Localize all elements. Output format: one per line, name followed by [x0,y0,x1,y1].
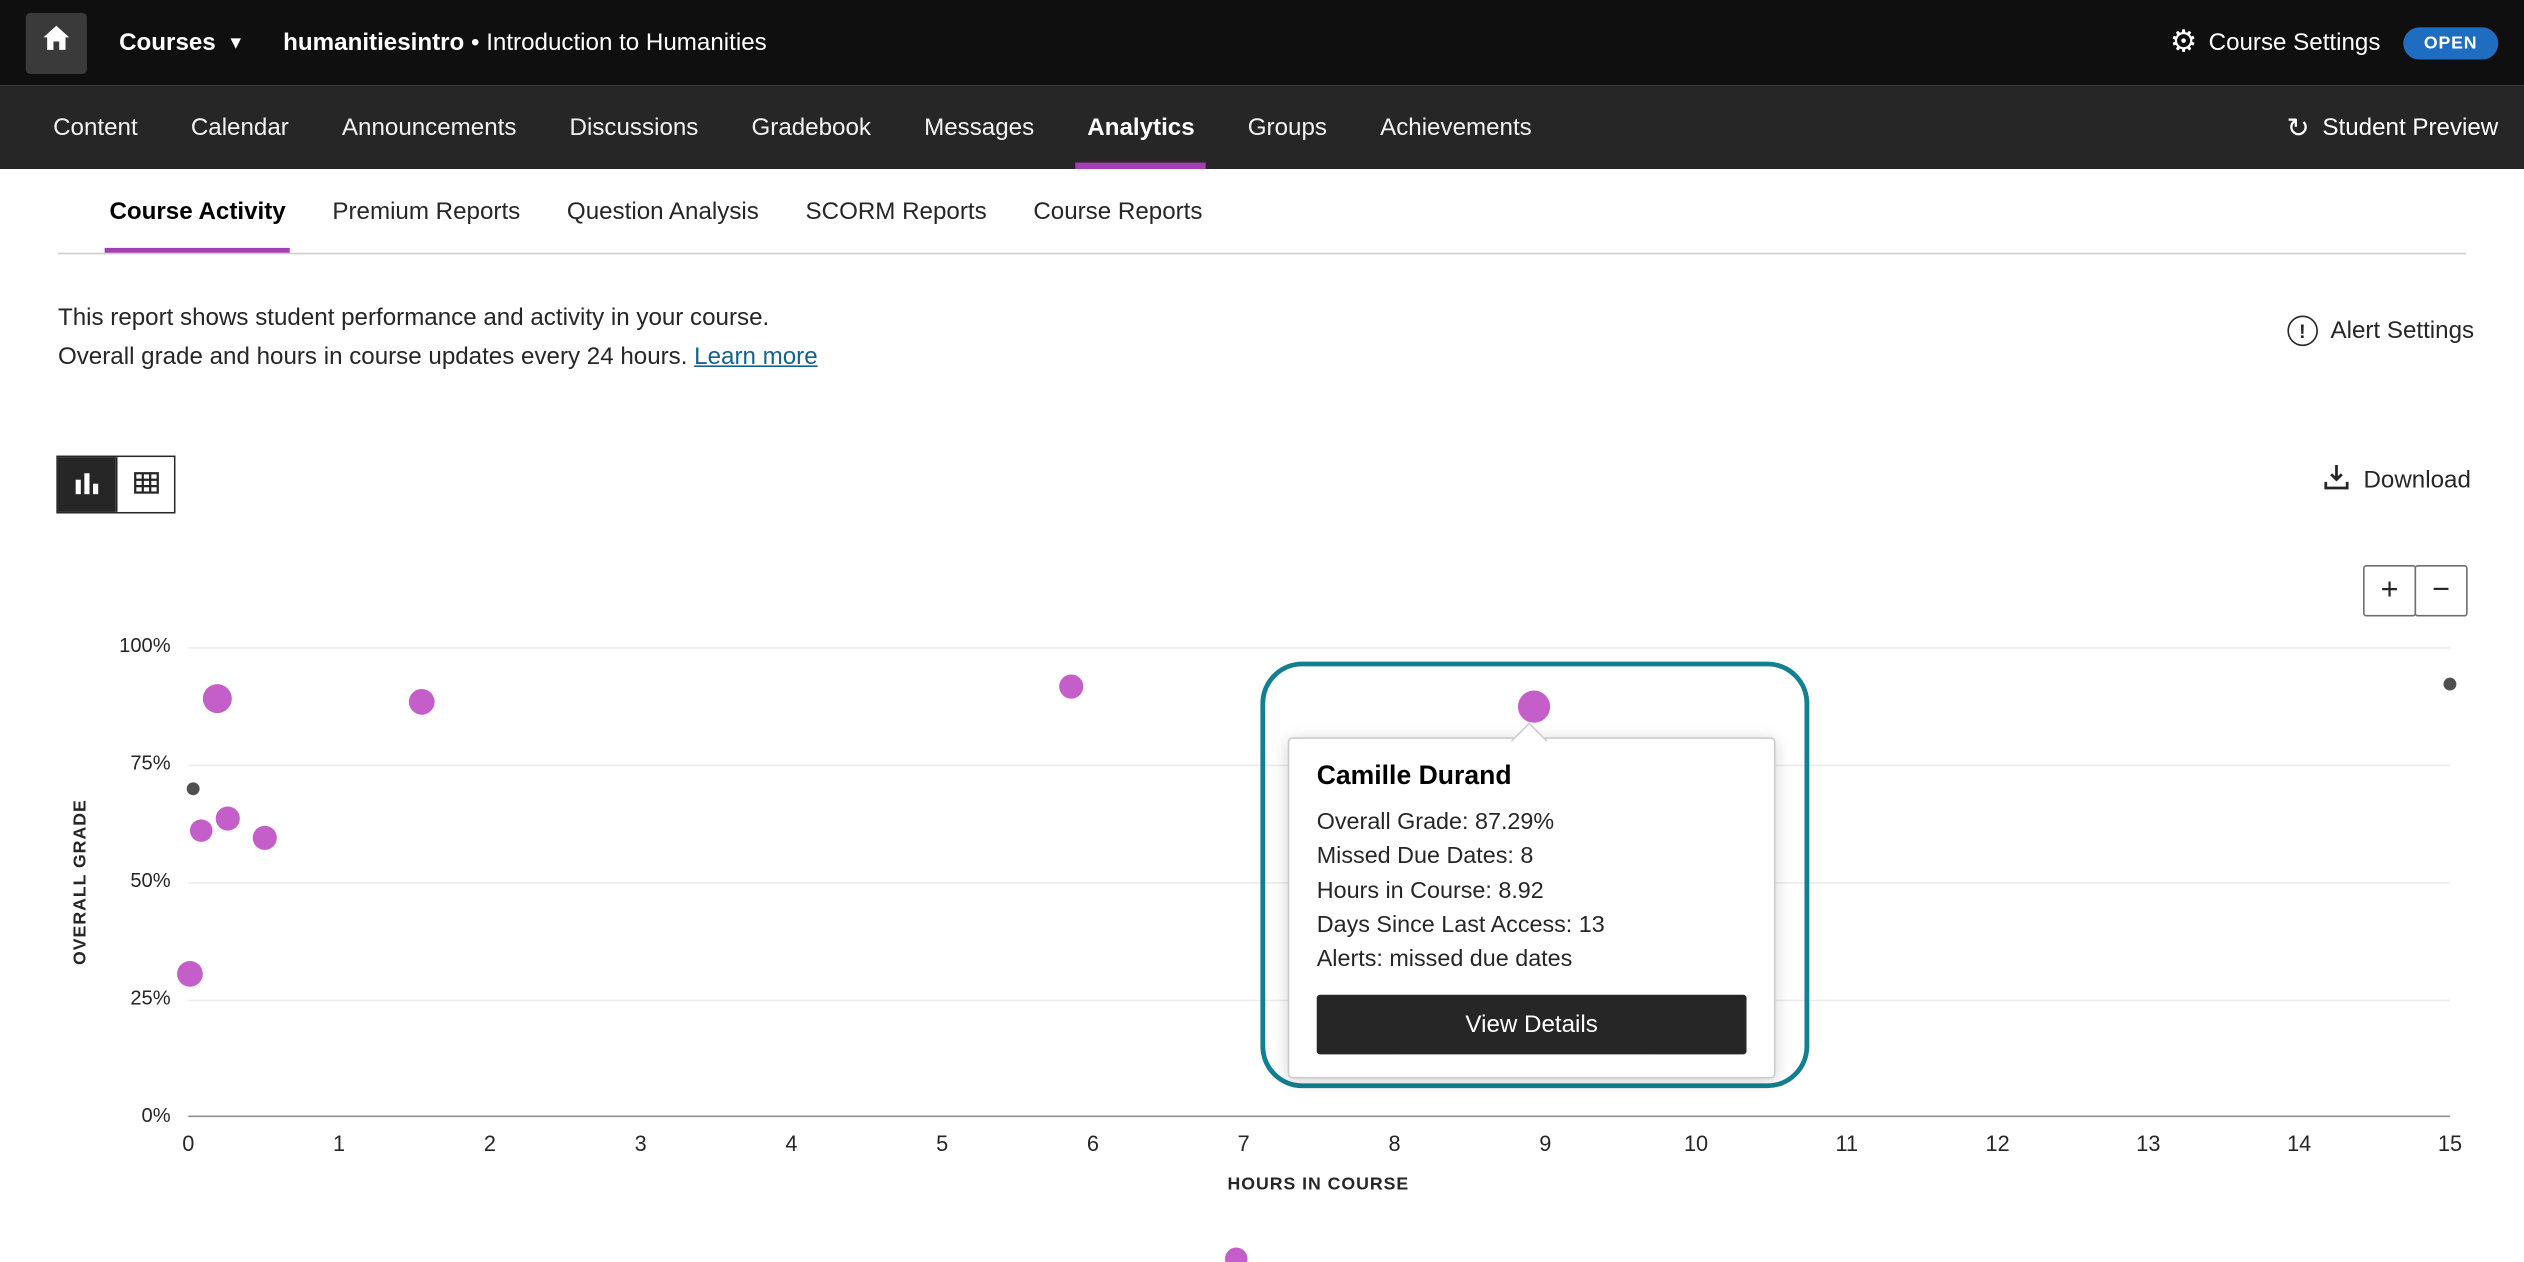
data-point[interactable] [1225,1247,1248,1262]
selected-data-point[interactable] [1517,691,1549,723]
home-icon [40,23,72,63]
student-preview-button[interactable]: ↻ Student Preview [2287,85,2499,169]
alert-settings-button[interactable]: ! Alert Settings [2287,316,2474,347]
subtab-course-activity[interactable]: Course Activity [108,169,287,253]
y-tick-label: 100% [64,634,170,657]
tab-gradebook[interactable]: Gradebook [748,85,874,169]
gridline [188,647,2450,649]
subtab-scorm-reports[interactable]: SCORM Reports [804,169,988,253]
x-tick-label: 8 [1362,1132,1426,1156]
data-point[interactable] [2444,678,2457,691]
y-tick-label: 25% [64,987,170,1010]
tab-calendar[interactable]: Calendar [188,85,292,169]
report-description-line2: Overall grade and hours in course update… [58,338,818,377]
courses-menu-button[interactable]: Courses ▼ [119,29,244,56]
data-point[interactable] [202,684,231,713]
course-id: humanitiesintro [283,29,464,56]
learn-more-link[interactable]: Learn more [694,343,817,370]
table-view-button[interactable] [116,457,174,512]
download-button[interactable]: Download [2322,462,2471,499]
x-tick-label: 10 [1664,1132,1728,1156]
gear-icon: ⚙ [2170,27,2197,58]
subtab-question-analysis[interactable]: Question Analysis [565,169,760,253]
x-tick-label: 15 [2418,1132,2482,1156]
data-point[interactable] [1060,675,1084,699]
y-axis: 0%25%50%75%100% [64,647,170,1117]
tab-discussions[interactable]: Discussions [566,85,701,169]
home-button[interactable] [26,12,87,73]
zoom-out-button[interactable]: − [2415,565,2468,617]
tooltip-days-since-access: Days Since Last Access: 13 [1317,909,1747,943]
alert-settings-label: Alert Settings [2330,317,2474,344]
tooltip-hours-in-course: Hours in Course: 8.92 [1317,875,1747,909]
tab-announcements[interactable]: Announcements [339,85,520,169]
data-point[interactable] [215,807,239,831]
subtab-course-reports[interactable]: Course Reports [1032,169,1204,253]
view-details-button[interactable]: View Details [1317,996,1747,1056]
tooltip-alerts: Alerts: missed due dates [1317,944,1747,978]
data-point[interactable] [191,819,214,842]
x-tick-label: 1 [307,1132,371,1156]
x-tick-label: 4 [759,1132,823,1156]
top-bar: Courses ▼ humanitiesintro • Introduction… [0,0,2524,85]
x-tick-label: 2 [458,1132,522,1156]
x-tick-label: 11 [1815,1132,1879,1156]
student-preview-label: Student Preview [2322,113,2498,140]
data-point[interactable] [253,825,277,849]
view-toggle [56,456,175,514]
tab-achievements[interactable]: Achievements [1377,85,1535,169]
y-tick-label: 50% [64,869,170,892]
x-tick-label: 14 [2267,1132,2331,1156]
chart-view-button[interactable] [58,457,116,512]
refresh-icon: ↻ [2287,113,2310,140]
x-tick-label: 0 [156,1132,220,1156]
tab-groups[interactable]: Groups [1245,85,1331,169]
course-settings-button[interactable]: ⚙ Course Settings [2170,27,2381,58]
data-point[interactable] [186,782,199,795]
zoom-in-button[interactable]: + [2363,565,2416,617]
subtab-premium-reports[interactable]: Premium Reports [331,169,522,253]
course-title: Introduction to Humanities [486,29,767,56]
x-axis-label: HOURS IN COURSE [1227,1175,1409,1194]
x-tick-label: 13 [2116,1132,2180,1156]
x-tick-label: 9 [1513,1132,1577,1156]
tab-content[interactable]: Content [50,85,141,169]
student-tooltip: Camille Durand Overall Grade: 87.29% Mis… [1288,737,1776,1079]
report-description-line1: This report shows student performance an… [58,299,818,338]
breadcrumb-separator: • [471,29,479,56]
download-label: Download [2363,467,2470,494]
courses-menu-label: Courses [119,29,216,56]
course-open-badge: OPEN [2403,27,2498,59]
tab-analytics[interactable]: Analytics [1084,85,1198,169]
tooltip-student-name: Camille Durand [1317,761,1747,792]
tab-messages[interactable]: Messages [921,85,1038,169]
y-tick-label: 0% [64,1104,170,1127]
x-tick-label: 3 [608,1132,672,1156]
course-breadcrumb: humanitiesintro • Introduction to Humani… [283,29,767,56]
x-tick-label: 7 [1212,1132,1276,1156]
chevron-down-icon: ▼ [227,33,245,52]
x-tick-label: 12 [1965,1132,2029,1156]
alert-icon: ! [2287,316,2318,347]
analytics-page: Courses ▼ humanitiesintro • Introduction… [0,0,2524,1262]
y-tick-label: 75% [64,752,170,775]
x-tick-label: 6 [1061,1132,1125,1156]
tooltip-overall-grade: Overall Grade: 87.29% [1317,806,1747,840]
course-settings-label: Course Settings [2209,29,2381,56]
x-axis: 0123456789101112131415 [188,1132,2450,1164]
analytics-subnav: Course Activity Premium Reports Question… [58,169,2466,254]
zoom-controls: + − [2363,565,2468,617]
data-point[interactable] [177,961,203,987]
course-nav: Content Calendar Announcements Discussio… [0,85,2524,169]
download-icon [2322,462,2353,499]
bar-chart-icon [72,468,101,502]
data-point[interactable] [409,688,435,714]
app-window: Courses ▼ humanitiesintro • Introduction… [0,0,2524,1262]
report-description: This report shows student performance an… [58,299,818,376]
x-tick-label: 5 [910,1132,974,1156]
table-icon [131,468,160,502]
tooltip-missed-due-dates: Missed Due Dates: 8 [1317,841,1747,875]
